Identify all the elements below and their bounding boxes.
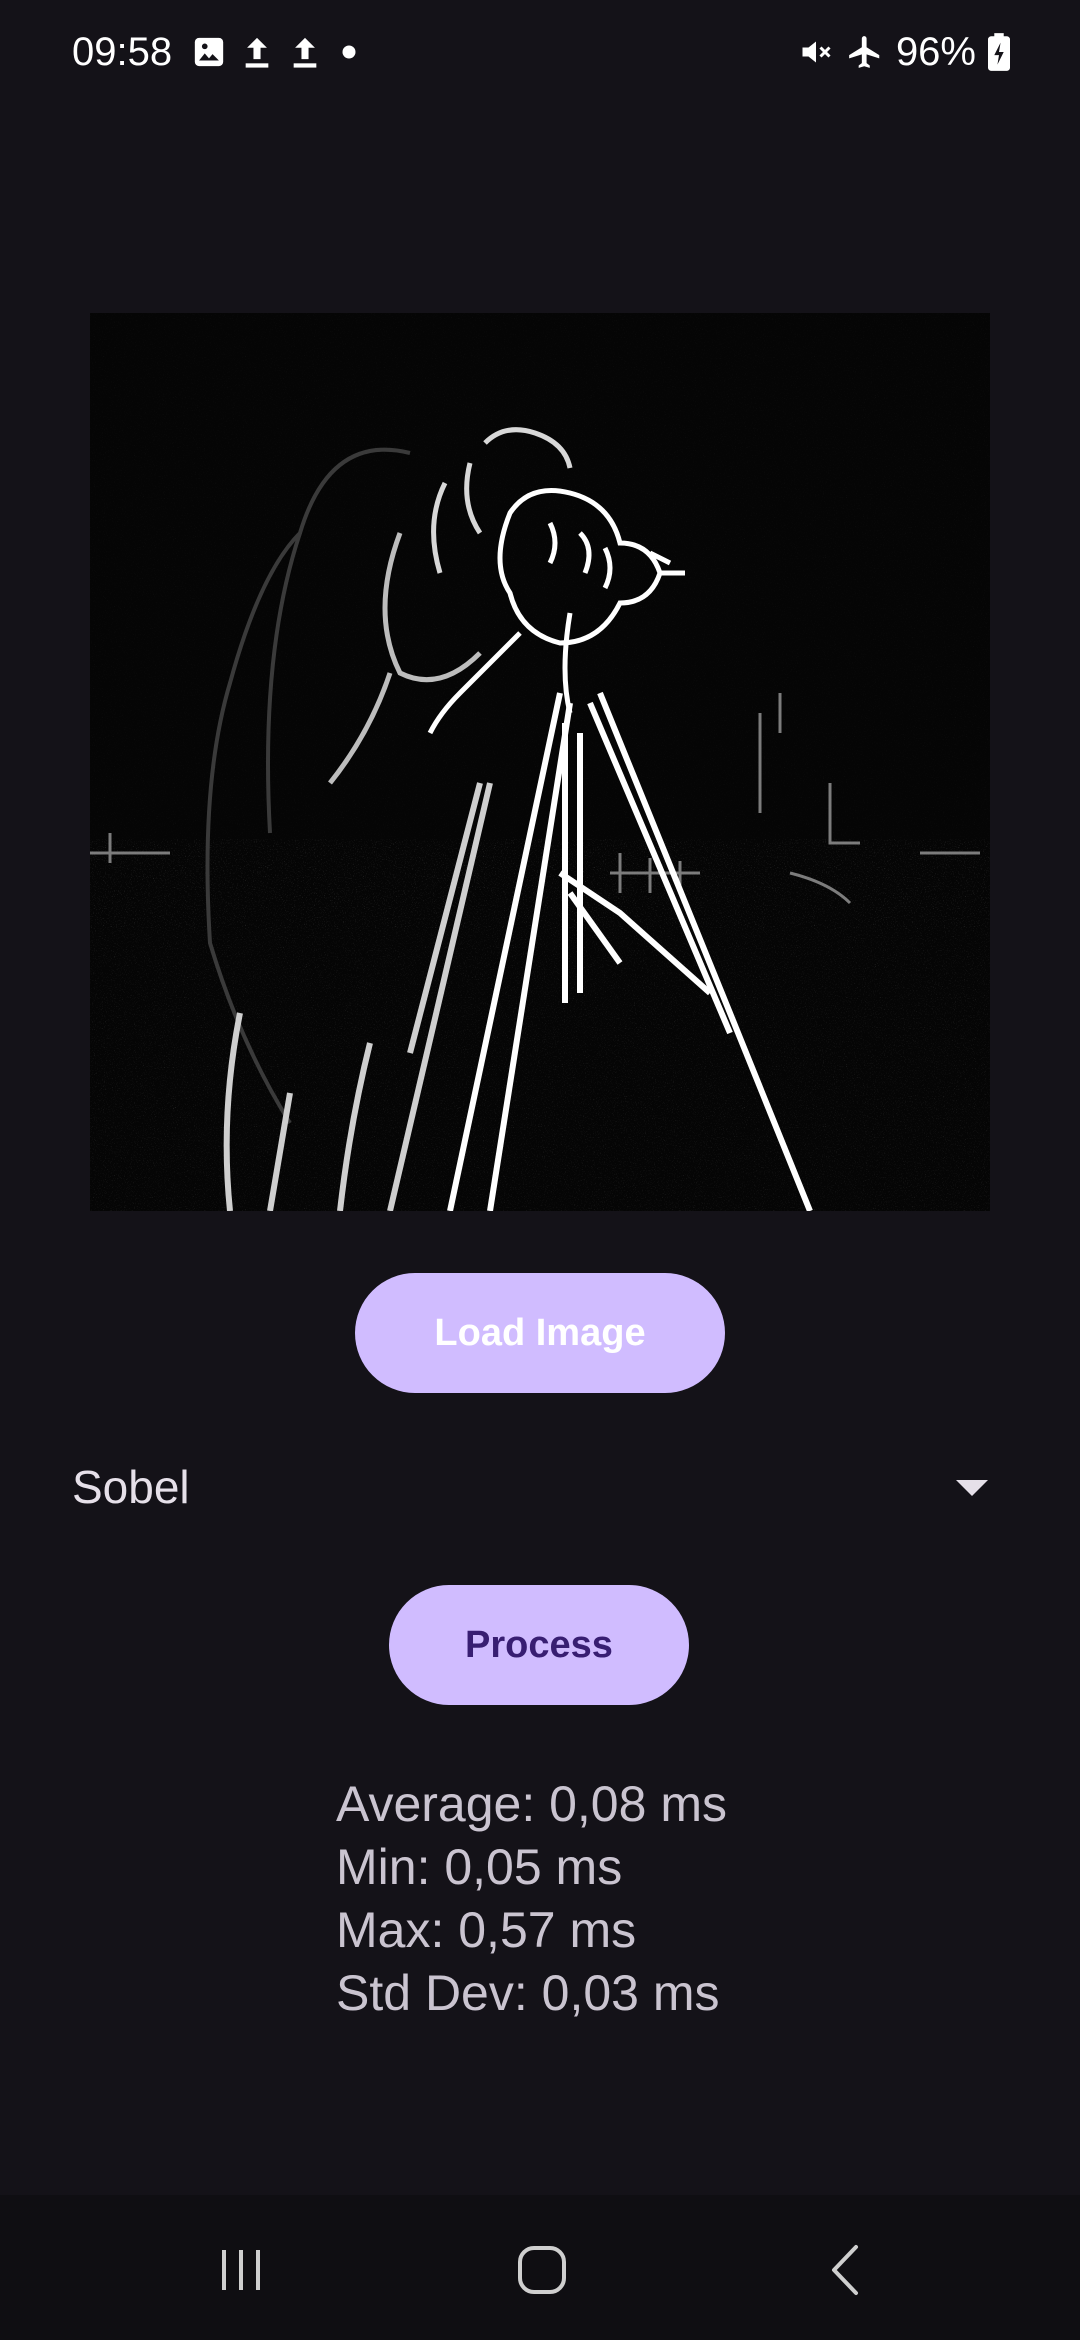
back-button[interactable] — [806, 2235, 886, 2305]
navigation-bar — [0, 2195, 1080, 2340]
battery-percentage: 96% — [895, 30, 976, 74]
filter-dropdown[interactable]: Sobel — [72, 1450, 1008, 1530]
stat-average: Average: 0,08 ms — [336, 1776, 727, 1832]
timing-stats: Average: 0,08 ms Min: 0,05 ms Max: 0,57 … — [336, 1773, 727, 2025]
recents-icon — [216, 2245, 266, 2295]
recents-button[interactable] — [201, 2235, 281, 2305]
stat-max: Max: 0,57 ms — [336, 1902, 637, 1958]
stat-min: Min: 0,05 ms — [336, 1839, 623, 1895]
mute-icon — [798, 34, 834, 70]
upload-icon — [288, 33, 322, 71]
filter-dropdown-value: Sobel — [72, 1461, 190, 1513]
back-icon — [826, 2243, 866, 2297]
upload-icon — [240, 33, 274, 71]
load-image-button[interactable]: Load Image — [355, 1273, 725, 1393]
image-icon — [192, 35, 226, 69]
home-button[interactable] — [502, 2235, 582, 2305]
airplane-icon — [846, 33, 884, 71]
edge-detected-cameraman-image — [90, 313, 990, 1211]
battery-charging-icon — [988, 33, 1010, 71]
dropdown-arrow-icon — [956, 1480, 988, 1496]
status-time: 09:58 — [72, 30, 173, 74]
stat-std-dev: Std Dev: 0,03 ms — [336, 1965, 720, 2021]
status-bar: 09:58 96% — [0, 0, 1080, 104]
home-icon — [516, 2244, 568, 2296]
processed-image — [90, 313, 990, 1211]
dot-icon — [336, 39, 362, 65]
status-system-icons: 96% — [798, 28, 1010, 76]
process-button[interactable]: Process — [389, 1585, 689, 1705]
status-notification-icons — [192, 30, 362, 74]
